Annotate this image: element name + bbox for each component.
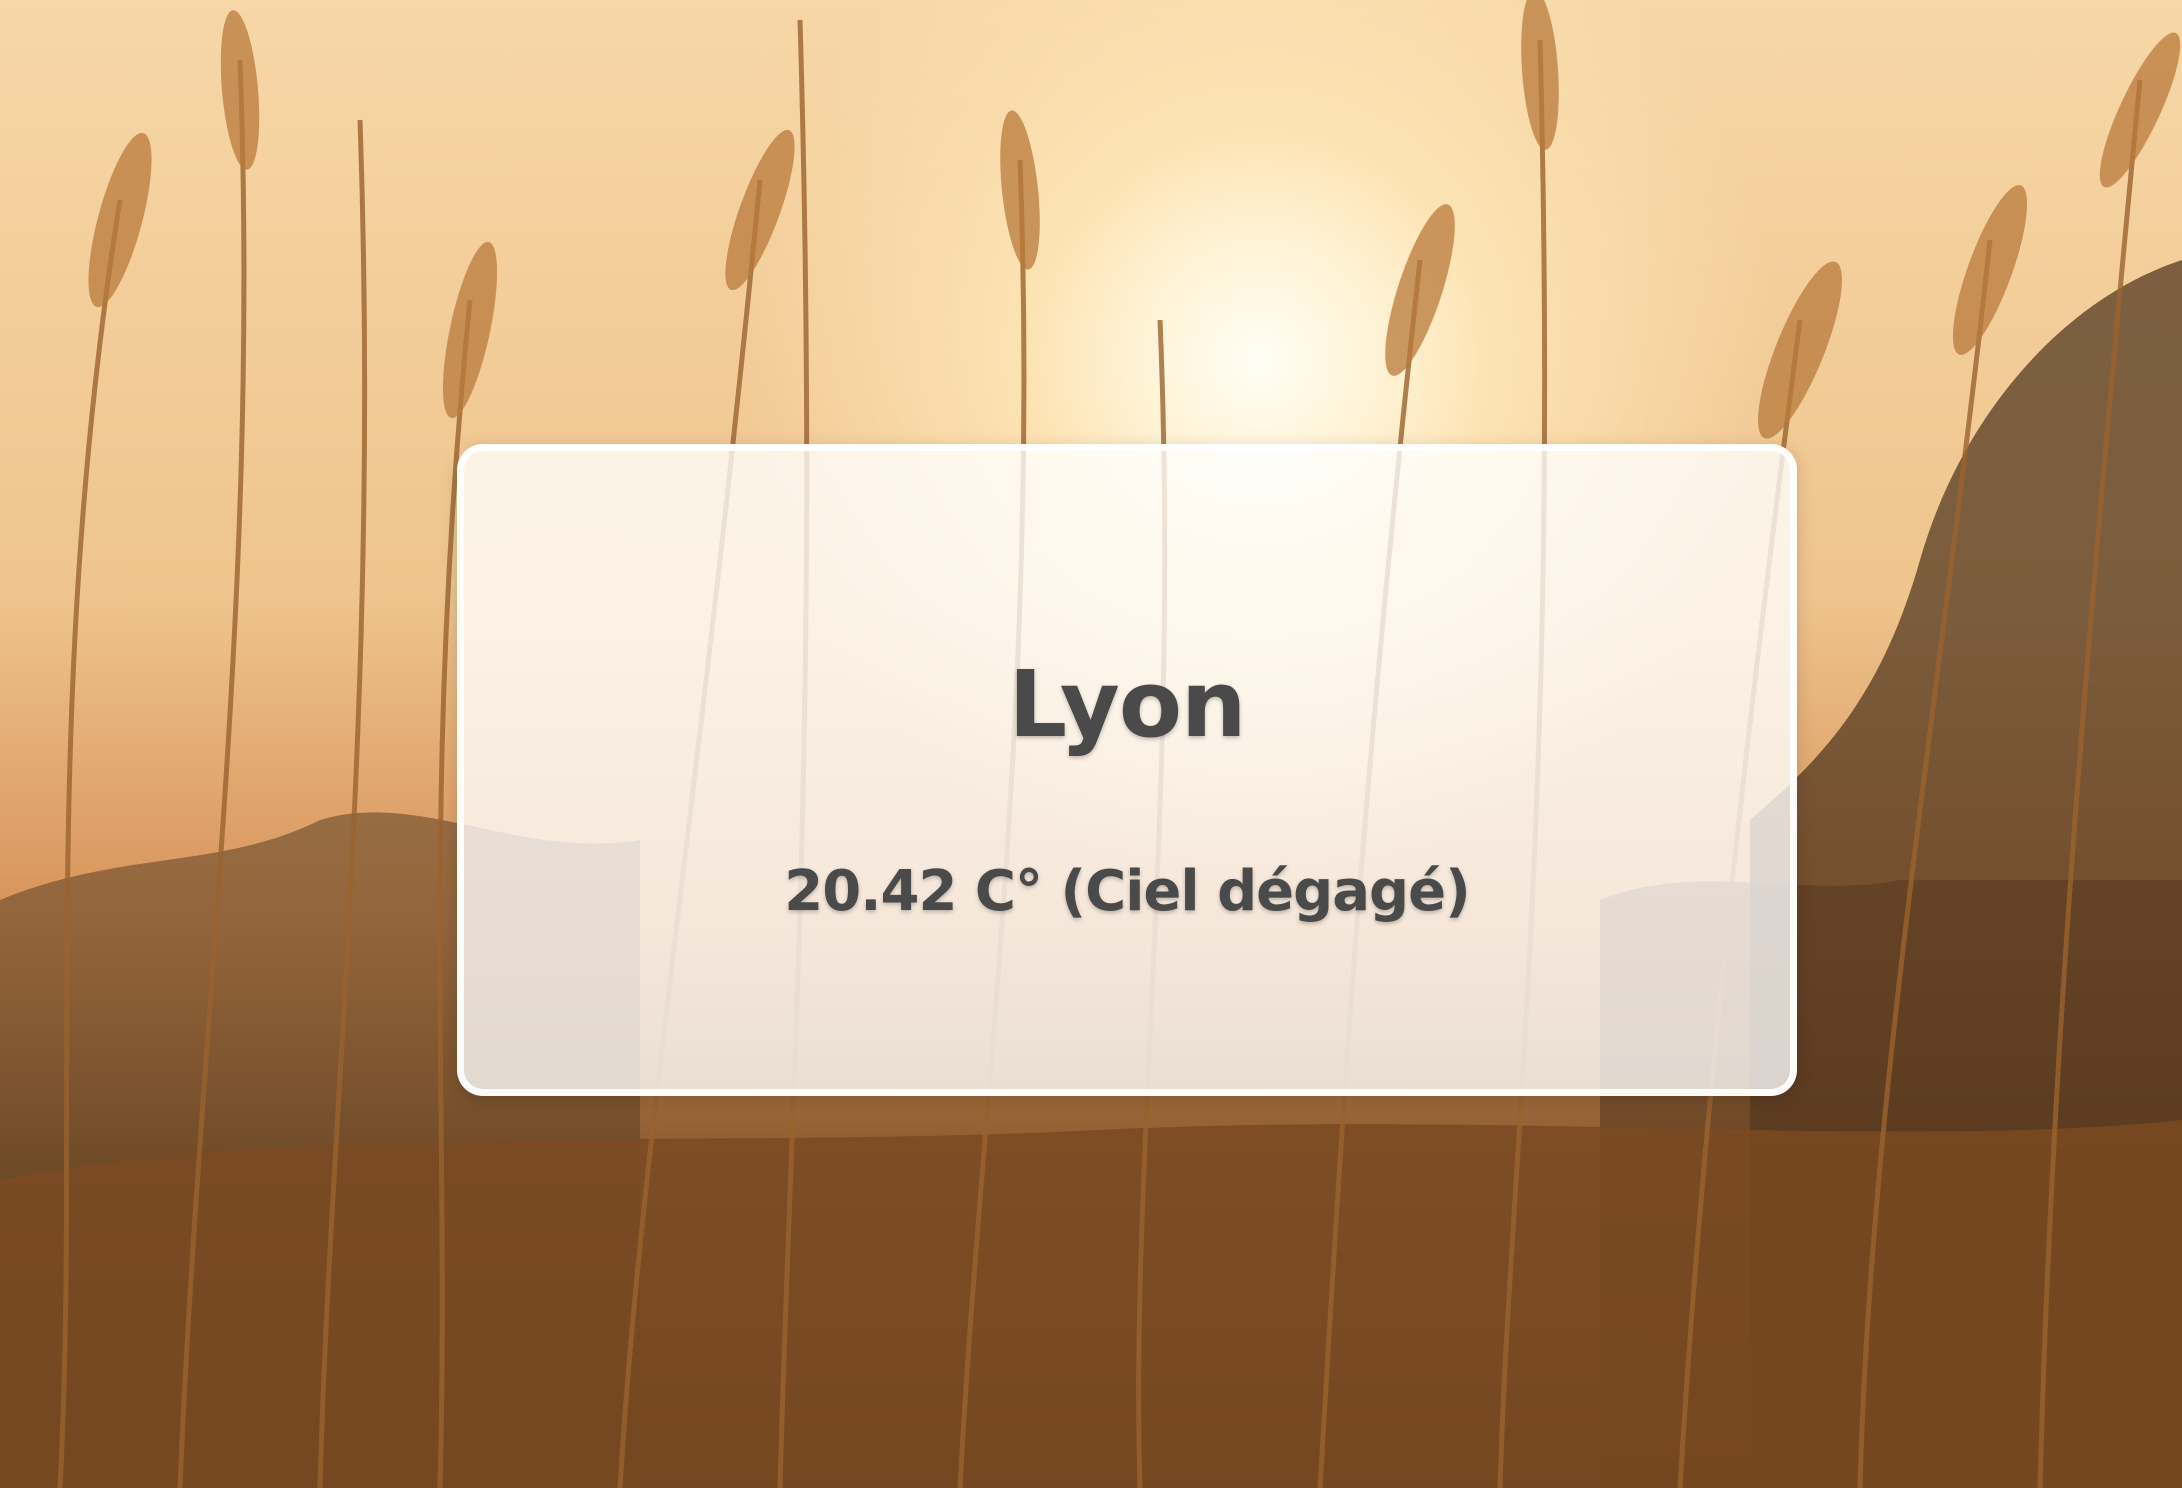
weather-description: Ciel dégagé	[1085, 859, 1446, 924]
temperature-unit: C°	[974, 859, 1043, 924]
weather-description-open-paren: (	[1060, 859, 1087, 924]
weather-summary: 20.42 C° (Ciel dégagé)	[464, 859, 1790, 924]
weather-description-close-paren: )	[1445, 859, 1471, 924]
city-name: Lyon	[1008, 651, 1246, 758]
weather-card: Lyon 20.42 C° (Ciel dégagé)	[457, 444, 1797, 1096]
temperature-value: 20.42	[784, 859, 957, 924]
